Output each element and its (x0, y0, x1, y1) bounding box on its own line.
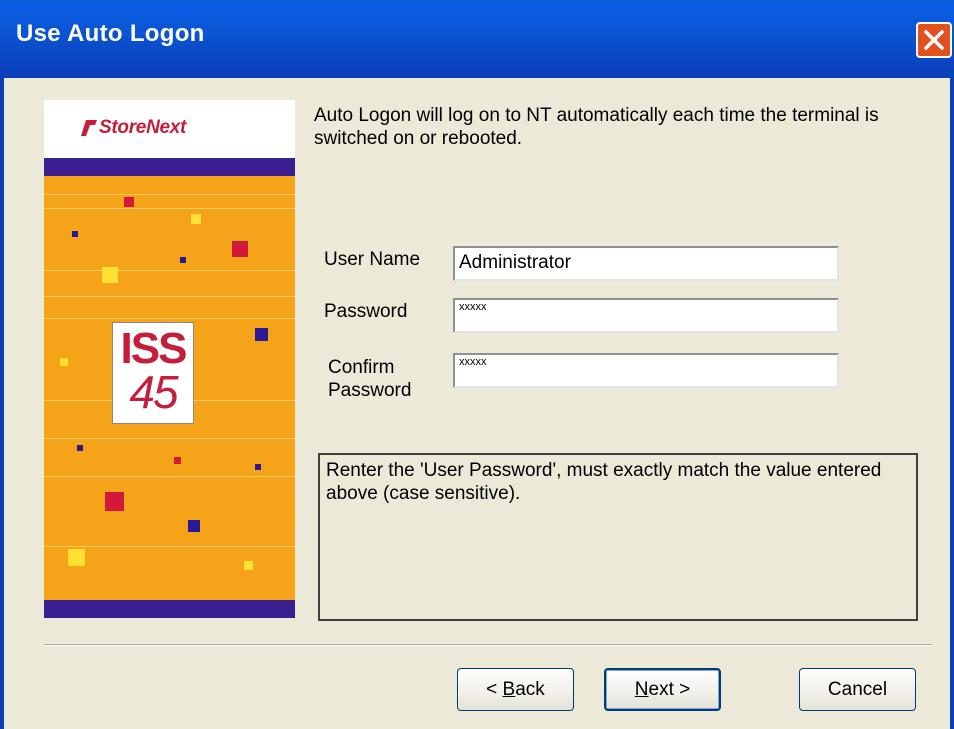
help-text-box: Renter the 'User Password', must exactly… (318, 453, 918, 621)
next-button-rest: ext > (648, 679, 691, 700)
decor-square (180, 257, 186, 263)
decor-square (102, 267, 118, 283)
storenext-logo-icon (81, 120, 97, 136)
next-button[interactable]: Next > (604, 668, 721, 711)
iss45-logo-bottom: 45 (129, 366, 178, 418)
decor-square (72, 231, 78, 237)
confirm-password-field[interactable]: xxxxx (453, 353, 839, 388)
banner-top-stripe (44, 158, 295, 176)
iss45-logo: ISS 45 (112, 322, 194, 424)
brand-logo-text: StoreNext (99, 117, 187, 138)
confirm-password-label: Confirm Password (328, 356, 411, 402)
back-button-rest: ack (515, 679, 545, 700)
decor-square (255, 328, 268, 341)
description-text: Auto Logon will log on to NT automatical… (314, 105, 879, 149)
banner-line (44, 476, 295, 477)
cancel-button[interactable]: Cancel (799, 668, 916, 711)
banner-line (44, 208, 295, 209)
password-field[interactable]: xxxxx (453, 298, 839, 333)
banner-line (44, 318, 295, 319)
decor-square (191, 214, 201, 224)
decor-square (77, 445, 83, 451)
title-bar[interactable]: Use Auto Logon (0, 0, 954, 78)
decor-square (255, 464, 261, 470)
banner-line (44, 438, 295, 439)
decor-square (105, 492, 124, 511)
decor-square (174, 457, 181, 464)
confirm-label-line1: Confirm (328, 357, 395, 378)
close-x-icon (924, 30, 944, 50)
product-banner: StoreNext ISS 45 (44, 100, 295, 618)
window-frame-right (950, 78, 954, 729)
decor-square (188, 520, 200, 532)
decor-square (68, 549, 85, 566)
confirm-label-line2: Password (328, 380, 412, 401)
banner-line (44, 270, 295, 271)
iss45-logo-top: ISS (120, 324, 188, 373)
banner-line (44, 194, 295, 195)
decor-square (124, 197, 134, 207)
password-label: Password (324, 301, 408, 322)
decor-square (244, 561, 253, 570)
username-field[interactable]: Administrator (453, 246, 839, 281)
window-frame-left (0, 78, 4, 729)
banner-bottom-stripe (44, 600, 295, 618)
username-label: User Name (324, 249, 421, 270)
back-button-prefix: < (486, 679, 503, 700)
banner-line (44, 546, 295, 547)
banner-line (44, 296, 295, 297)
decor-square (60, 358, 68, 366)
window-title: Use Auto Logon (16, 20, 205, 47)
close-button[interactable] (916, 22, 952, 58)
logo-band: StoreNext (44, 100, 295, 158)
separator-line (44, 644, 932, 646)
next-button-hotkey: N (634, 679, 649, 700)
decor-square (232, 241, 248, 257)
dialog-window: Use Auto Logon StoreNext ISS 45 Auto Log… (0, 0, 954, 729)
back-button-hotkey: B (502, 679, 516, 700)
back-button[interactable]: < Back (457, 668, 574, 711)
